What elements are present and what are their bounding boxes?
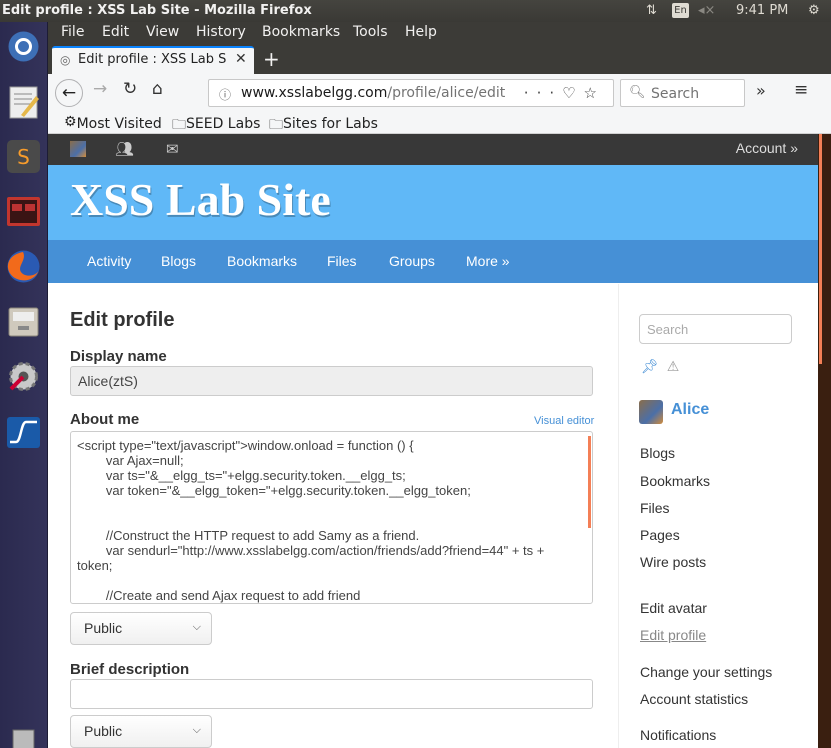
page-title: Edit profile [70,309,175,331]
sidebar-link-bookmarks[interactable]: Bookmarks [640,473,710,489]
sidebar-link-notifications[interactable]: Notifications [640,727,716,743]
sidebar-search-input[interactable]: Search [639,314,792,344]
firefox-icon[interactable] [3,246,44,287]
pin-icon[interactable]: 📌︎ [641,358,659,374]
tab-title: Edit profile : XSS Lab Site [78,52,226,67]
network-icon[interactable]: ⇅ [646,3,657,18]
user-avatar-icon[interactable] [70,141,86,157]
sidebar-link-edit-avatar[interactable]: Edit avatar [640,600,707,616]
sidebar-link-wire-posts[interactable]: Wire posts [640,554,706,570]
sidebar-icons: 📌︎ ⚠ [641,358,679,375]
tab-favicon-icon: ◎ [60,53,71,67]
menu-history[interactable]: History [196,24,246,40]
visual-editor-link[interactable]: Visual editor [534,415,594,427]
brief-access-value: Public [84,723,123,739]
sidebar-link-edit-profile[interactable]: Edit profile [640,627,706,643]
dash-home-icon[interactable] [3,26,44,67]
textarea-scrollbar[interactable] [588,436,591,528]
sidebar: Search 📌︎ ⚠ Alice Blogs Bookmarks Files P… [618,284,818,748]
settings-gear-icon[interactable]: ⚙ [808,3,820,18]
svg-text:S: S [17,145,30,169]
site-menu-groups[interactable]: Groups [389,253,435,269]
web-page: 👥︎ ✉ Account » XSS Lab Site Activity Blo… [48,134,831,748]
about-me-text: <script type="text/javascript">window.on… [77,438,545,603]
back-arrow-icon[interactable]: ← [55,79,83,107]
url-bar[interactable]: ⓘ www.xsslabelgg.com/profile/alice/edit … [208,79,614,107]
terminal-icon[interactable] [3,191,44,232]
sidebar-link-blogs[interactable]: Blogs [640,445,675,461]
avatar[interactable] [639,400,663,424]
site-menu-activity[interactable]: Activity [87,253,131,269]
unity-launcher: S [0,22,48,748]
brief-description-field[interactable] [70,679,593,709]
sidebar-link-change-settings[interactable]: Change your settings [640,664,772,680]
account-menu[interactable]: Account » [736,140,798,156]
window-right-edge [818,134,831,748]
report-warning-icon[interactable]: ⚠ [667,358,680,374]
menu-help[interactable]: Help [405,24,437,40]
system-top-bar: Edit profile : XSS Lab Site - Mozilla Fi… [0,0,831,22]
site-menu-blogs[interactable]: Blogs [161,253,196,269]
system-settings-icon[interactable] [3,356,44,397]
friends-icon[interactable]: 👥︎ [115,140,134,158]
tab-bar: ◎ Edit profile : XSS Lab Site ✕ + [48,44,831,74]
site-title[interactable]: XSS Lab Site [70,173,331,226]
about-me-access-select[interactable]: Public ⌵ [70,612,212,645]
search-placeholder: Search [651,86,700,102]
menu-file[interactable]: File [61,24,84,40]
site-topbar: 👥︎ ✉ Account » [48,134,818,165]
sidebar-link-pages[interactable]: Pages [640,527,680,543]
tab-close-icon[interactable]: ✕ [235,51,247,67]
page-scrollbar[interactable] [819,134,822,364]
site-header: XSS Lab Site [48,165,818,240]
file-manager-icon[interactable] [3,301,44,342]
about-me-access-value: Public [84,620,123,636]
site-info-icon[interactable]: ⓘ [219,86,231,103]
owner-name[interactable]: Alice [671,401,709,419]
volume-muted-icon[interactable]: ◂× [698,3,715,18]
tab-edit-profile[interactable]: ◎ Edit profile : XSS Lab Site ✕ [52,46,254,74]
display-name-label: Display name [70,348,167,365]
site-menu-more[interactable]: More » [466,253,510,269]
about-me-label: About me [70,411,140,428]
home-icon[interactable]: ⌂ [152,79,163,99]
search-icon: 🔍︎ [629,85,646,100]
display-name-field[interactable]: Alice(ztS) [70,366,593,396]
forward-arrow-icon[interactable]: → [93,79,107,99]
bookmark-most-visited[interactable]: ⚙ Most Visited [64,114,162,132]
new-tab-icon[interactable]: + [263,47,280,71]
chevron-down-icon: ⌵ [192,724,201,736]
chevron-down-icon: ⌵ [192,621,201,633]
brief-description-label: Brief description [70,661,190,678]
clock[interactable]: 9:41 PM [736,3,788,18]
menu-bookmarks[interactable]: Bookmarks [262,24,340,40]
wireshark-icon[interactable] [3,412,44,453]
menu-edit[interactable]: Edit [102,24,129,40]
hamburger-menu-icon[interactable]: ≡ [794,80,808,100]
page-actions-icon[interactable]: ···♡☆ [524,84,605,102]
firefox-menubar: File Edit View History Bookmarks Tools H… [48,22,831,44]
url-text[interactable]: www.xsslabelgg.com/profile/alice/edit [241,85,505,101]
about-me-textarea[interactable]: <script type="text/javascript">window.on… [70,431,593,604]
keyboard-language-indicator[interactable]: En [672,3,689,18]
search-bar[interactable]: 🔍︎ Search [620,79,745,107]
site-menu: Activity Blogs Bookmarks Files Groups Mo… [48,240,818,283]
menu-view[interactable]: View [146,24,179,40]
bookmarks-toolbar: ⚙ Most Visited 🗀 SEED Labs 🗀 Sites for L… [48,112,831,134]
reload-icon[interactable]: ↻ [123,79,137,99]
menu-tools[interactable]: Tools [353,24,388,40]
overflow-chevron-icon[interactable]: » [756,81,766,100]
brief-access-select[interactable]: Public ⌵ [70,715,212,748]
text-editor-icon[interactable] [3,82,44,123]
sublime-text-icon[interactable]: S [3,136,44,177]
window-title: Edit profile : XSS Lab Site - Mozilla Fi… [2,3,312,18]
site-menu-files[interactable]: Files [327,253,357,269]
sidebar-link-files[interactable]: Files [640,500,670,516]
site-menu-bookmarks[interactable]: Bookmarks [227,253,297,269]
navigation-toolbar: ← → ↻ ⌂ ⓘ www.xsslabelgg.com/profile/ali… [48,74,831,112]
messages-icon[interactable]: ✉ [166,140,179,158]
sidebar-link-account-statistics[interactable]: Account statistics [640,691,748,707]
trash-icon[interactable] [3,724,44,748]
